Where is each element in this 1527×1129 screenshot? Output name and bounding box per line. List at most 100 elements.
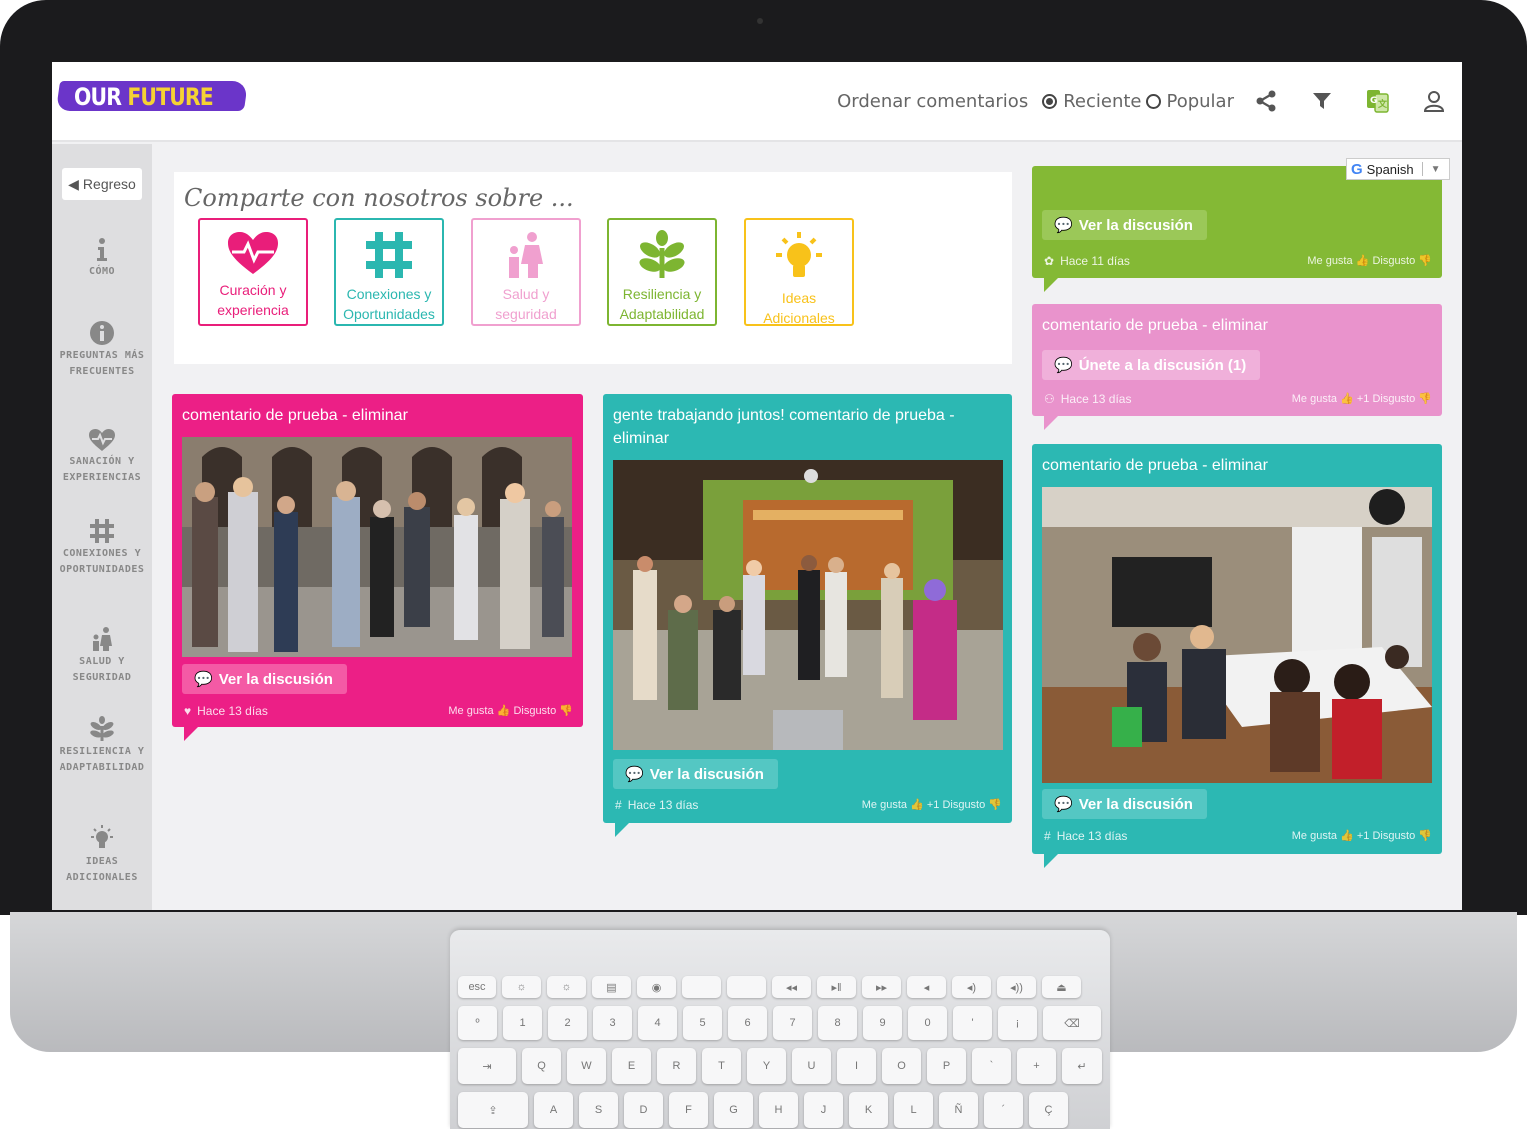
join-discussion-button[interactable]: 💬 Únete a la discusión (1) [1042, 350, 1261, 380]
share-icon[interactable] [1238, 90, 1294, 112]
sort-popular-radio[interactable]: Popular [1145, 91, 1234, 112]
comment-card: gente trabajando juntos! comentario de p… [603, 394, 1012, 837]
like-label[interactable]: Me gusta [448, 705, 493, 717]
keyboard-key [727, 976, 766, 998]
dislike-label[interactable]: Disgusto [1372, 830, 1415, 842]
dislike-label[interactable]: Disgusto [1372, 255, 1415, 267]
tile-resiliencia[interactable]: Resiliencia y Adaptabilidad [607, 218, 717, 326]
app-screen: OUR FUTURE 35 Ordenar comentarios Recien… [52, 62, 1462, 910]
chat-bubble-icon: 💬 [1054, 357, 1073, 374]
keyboard-key: Q [522, 1048, 561, 1084]
sidebar-item-ideas[interactable]: IDEAS ADICIONALES [52, 824, 152, 886]
lightbulb-icon [91, 825, 113, 848]
user-icon[interactable] [1406, 90, 1462, 112]
top-bar: OUR FUTURE 35 Ordenar comentarios Recien… [52, 62, 1462, 142]
logo-text: OUR FUTURE 35 [74, 83, 222, 139]
comment-card: comentario de prueba - eliminar 💬 Ver la… [172, 394, 583, 741]
sort-recent-radio[interactable]: Reciente [1042, 91, 1142, 112]
back-label: Regreso [82, 176, 136, 192]
keyboard-key: ☼ [502, 976, 541, 998]
keyboard-key: H [759, 1092, 798, 1128]
sidebar-item-salud[interactable]: SALUD Y SEGURIDAD [52, 626, 152, 686]
radio-selected-icon [1042, 93, 1058, 109]
card-meta: ⚇ Hace 13 días [1044, 392, 1131, 406]
keyboard-key: K [849, 1092, 888, 1128]
keyboard-key: 6 [728, 1006, 767, 1040]
sidebar-item-como[interactable]: CÓMO [52, 238, 152, 280]
sidebar-item-faq[interactable]: PREGUNTAS MÁS FRECUENTES [52, 320, 152, 380]
thumbs-up-icon[interactable]: 👍 [1340, 393, 1354, 405]
card-title: comentario de prueba - eliminar [182, 407, 408, 424]
like-label[interactable]: Me gusta [862, 799, 907, 811]
thumbs-up-icon[interactable]: 👍 [497, 705, 511, 717]
keyboard-row-qwerty: ⇥ Q W E R T Y U I O P ` + ↵ [458, 1048, 1102, 1084]
thumbs-down-icon[interactable]: 👎 [1418, 830, 1432, 842]
keyboard-key: 1 [503, 1006, 542, 1040]
chat-bubble-icon: 💬 [1054, 796, 1073, 813]
card-tail [1044, 278, 1058, 292]
sidebar-item-conexiones[interactable]: CONEXIONES Y OPORTUNIDADES [52, 518, 152, 578]
like-label[interactable]: Me gusta [1307, 255, 1352, 267]
view-discussion-button[interactable]: 💬 Ver la discusión [1042, 789, 1207, 819]
tile-curacion[interactable]: Curación y experiencia [198, 218, 308, 326]
tile-label: Conexiones y Oportunidades [343, 286, 435, 322]
thumbs-down-icon[interactable]: 👎 [1418, 393, 1432, 405]
plant-icon: ✿ [1044, 254, 1055, 268]
view-discussion-button[interactable]: 💬 Ver la discusión [1042, 210, 1207, 240]
keyboard-key: Ñ [939, 1092, 978, 1128]
share-title: Comparte con nosotros sobre ... [184, 184, 574, 212]
tile-conexiones[interactable]: Conexiones y Oportunidades [334, 218, 444, 326]
sidebar-item-sanacion[interactable]: SANACIÓN Y EXPERIENCIAS [52, 428, 152, 486]
hashtag-icon [366, 232, 412, 278]
view-discussion-button[interactable]: 💬 Ver la discusión [613, 759, 778, 789]
card-photo[interactable] [613, 460, 1003, 750]
family-icon: ⚇ [1044, 392, 1055, 406]
time-ago: Hace 13 días [197, 704, 268, 718]
filter-icon[interactable] [1294, 91, 1350, 111]
camera-dot [757, 18, 763, 24]
like-label[interactable]: Me gusta [1292, 393, 1337, 405]
tile-label: Salud y seguridad [495, 286, 557, 322]
card-photo[interactable] [1042, 487, 1432, 783]
thumbs-down-icon[interactable]: 👎 [1418, 255, 1432, 267]
sidebar-item-resiliencia[interactable]: RESILIENCIA Y ADAPTABILIDAD [52, 716, 152, 776]
tile-salud[interactable]: Salud y seguridad [471, 218, 581, 326]
google-icon: G [1351, 160, 1363, 178]
hashtag-icon: # [1044, 829, 1051, 843]
card-photo[interactable] [182, 437, 572, 657]
thumbs-down-icon[interactable]: 👎 [988, 799, 1002, 811]
dislike-label[interactable]: Disgusto [1372, 393, 1415, 405]
dislike-label[interactable]: Disgusto [513, 705, 556, 717]
family-icon [509, 232, 543, 278]
time-ago: Hace 13 días [1060, 392, 1132, 406]
chat-bubble-icon: 💬 [194, 671, 213, 688]
keyboard-key: ↵ [1062, 1048, 1102, 1084]
keyboard-key: O [882, 1048, 921, 1084]
thumbs-up-icon[interactable]: 👍 [910, 799, 924, 811]
like-count: +1 [1356, 830, 1370, 842]
like-count: +1 [926, 799, 940, 811]
logo[interactable]: OUR FUTURE 35 [55, 77, 249, 139]
language-selector[interactable]: G Spanish ▼ [1346, 158, 1450, 180]
thumbs-up-icon[interactable]: 👍 [1340, 830, 1354, 842]
time-ago: Hace 13 días [627, 798, 699, 812]
back-button[interactable]: ◀ Regreso [62, 168, 142, 200]
keyboard-key: T [702, 1048, 741, 1084]
reaction-bar: Me gusta 👍 +1 Disgusto 👎 [1292, 392, 1432, 405]
keyboard-key [682, 976, 721, 998]
card-meta: # Hace 13 días [1044, 829, 1127, 843]
info-icon [97, 238, 107, 261]
reaction-bar: Me gusta 👍 +1 Disgusto 👎 [1292, 829, 1432, 842]
translate-icon[interactable]: G文 [1350, 89, 1406, 113]
keyboard-key: W [567, 1048, 606, 1084]
keyboard-key: I [837, 1048, 876, 1084]
view-discussion-button[interactable]: 💬 Ver la discusión [182, 664, 347, 694]
dislike-label[interactable]: Disgusto [942, 799, 985, 811]
sidebar-item-label: IDEAS ADICIONALES [66, 856, 138, 883]
plant-icon [90, 716, 114, 741]
tile-ideas[interactable]: Ideas Adicionales [744, 218, 854, 326]
thumbs-down-icon[interactable]: 👎 [559, 705, 573, 717]
like-label[interactable]: Me gusta [1292, 830, 1337, 842]
thumbs-up-icon[interactable]: 👍 [1356, 255, 1370, 267]
hashtag-icon [90, 519, 114, 543]
